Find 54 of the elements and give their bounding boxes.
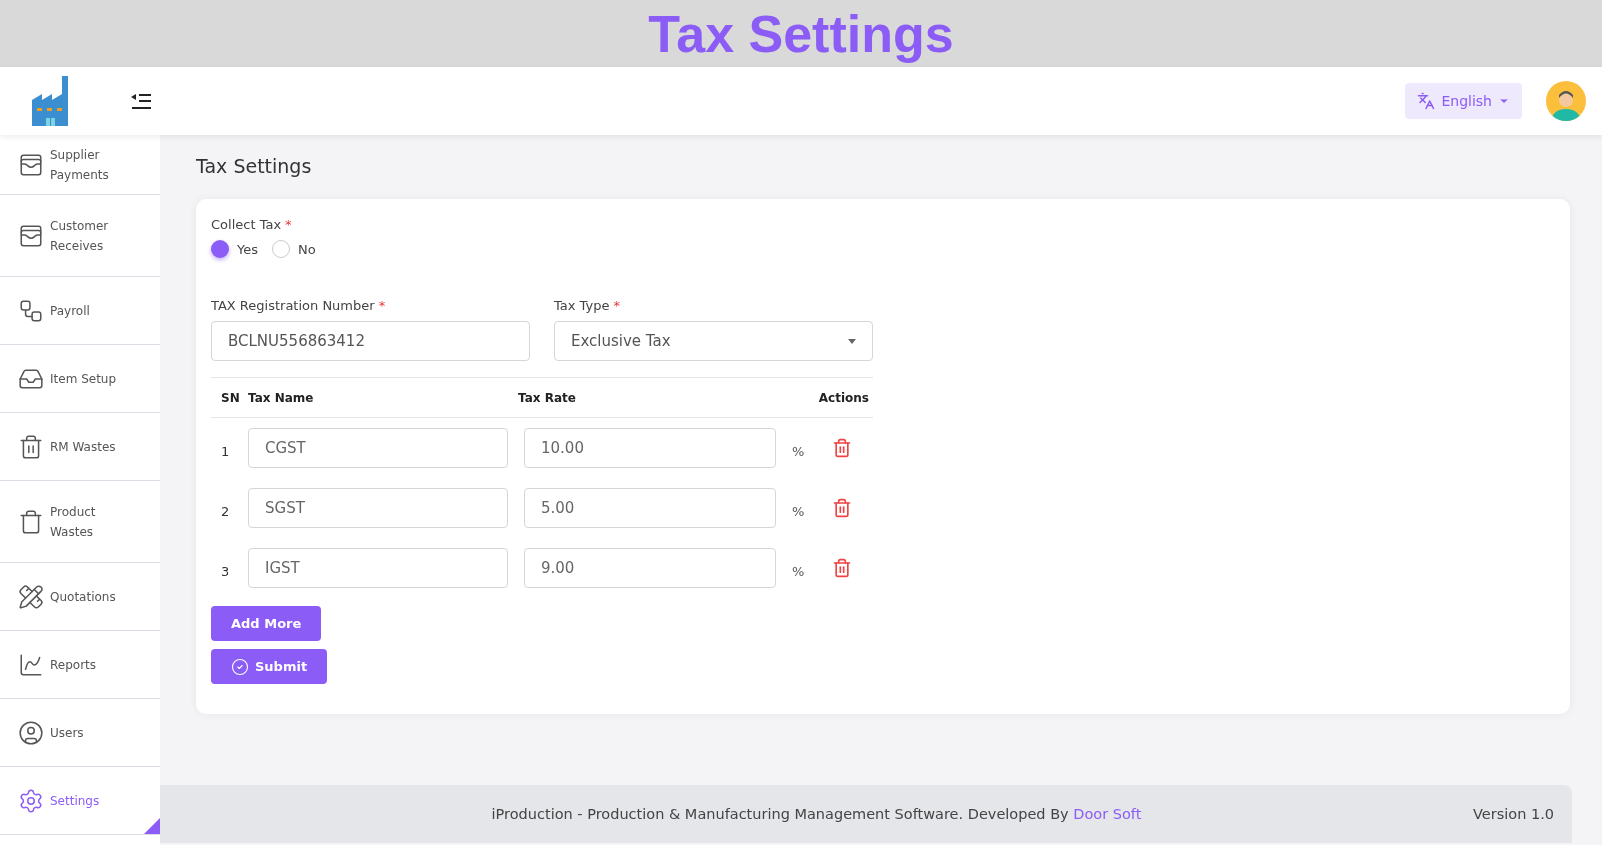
input-field[interactable]: SGST	[248, 488, 508, 528]
sidebar-item[interactable]: Quotations	[0, 563, 160, 631]
input-field[interactable]: 5.00	[524, 488, 776, 528]
input-field[interactable]: IGST	[248, 548, 508, 588]
add-more-button[interactable]: Add More	[211, 606, 322, 641]
pencil-ruler-icon	[18, 583, 44, 610]
submit-button[interactable]: Submit	[211, 649, 328, 684]
unit-label: %	[791, 562, 806, 579]
select-field[interactable]: Exclusive Tax	[554, 321, 873, 361]
input-field[interactable]: 10.00	[524, 428, 776, 468]
row-number: 2	[220, 502, 231, 519]
caret-icon	[848, 338, 856, 344]
user-icon	[18, 719, 44, 746]
row-number: 3	[220, 562, 231, 579]
avatar[interactable]	[1546, 81, 1586, 121]
sidebar-item[interactable]: Reports	[0, 631, 160, 699]
menu-icon[interactable]	[130, 92, 152, 110]
unit-label: %	[791, 502, 806, 519]
radio-option[interactable]: No	[272, 240, 316, 258]
field-label: TAX Registration Number *	[211, 298, 387, 313]
row-number: 1	[220, 442, 231, 459]
sidebar-item[interactable]: Customer Receives	[0, 195, 160, 277]
sidebar-item[interactable]: Item Setup	[0, 345, 160, 413]
translate-icon	[1417, 92, 1436, 110]
input-field[interactable]: 9.00	[524, 548, 776, 588]
sidebar-item[interactable]: Users	[0, 699, 160, 767]
language-dropdown[interactable]: English	[1405, 83, 1522, 119]
page-title: Tax Settings	[196, 155, 313, 177]
trash-icon	[832, 438, 852, 458]
column-header: Actions	[817, 390, 870, 405]
trash-icon	[832, 558, 852, 578]
card-icon	[18, 151, 44, 178]
sidebar-item[interactable]: Payroll	[0, 277, 160, 345]
trash-icon	[832, 498, 852, 518]
settings-icon	[18, 787, 44, 814]
input-field[interactable]: BCLNU556863412	[211, 321, 530, 361]
check-icon	[231, 657, 249, 676]
sidebar-item[interactable]: Product Wastes	[0, 481, 160, 563]
column-header: Tax Name	[248, 390, 315, 405]
trash-icon	[18, 433, 44, 460]
sidebar-item[interactable]: Supplier Payments	[0, 135, 160, 195]
card-icon	[18, 222, 44, 249]
sidebar-item[interactable]: RM Wastes	[0, 413, 160, 481]
radio-option[interactable]: Yes	[211, 240, 258, 258]
version-text: Version 1.0	[1473, 806, 1554, 822]
nodes-icon	[18, 297, 44, 324]
column-header: SN	[220, 390, 241, 405]
column-header: Tax Rate	[518, 390, 577, 405]
footer-text: iProduction - Production & Manufacturing Management Software. Developed By Door Soft	[490, 806, 1143, 822]
field-label: Tax Type *	[554, 298, 621, 313]
banner-title: Tax Settings	[648, 3, 954, 64]
field-label: Collect Tax *	[211, 217, 293, 232]
input-field[interactable]: CGST	[248, 428, 508, 468]
unit-label: %	[791, 442, 806, 459]
